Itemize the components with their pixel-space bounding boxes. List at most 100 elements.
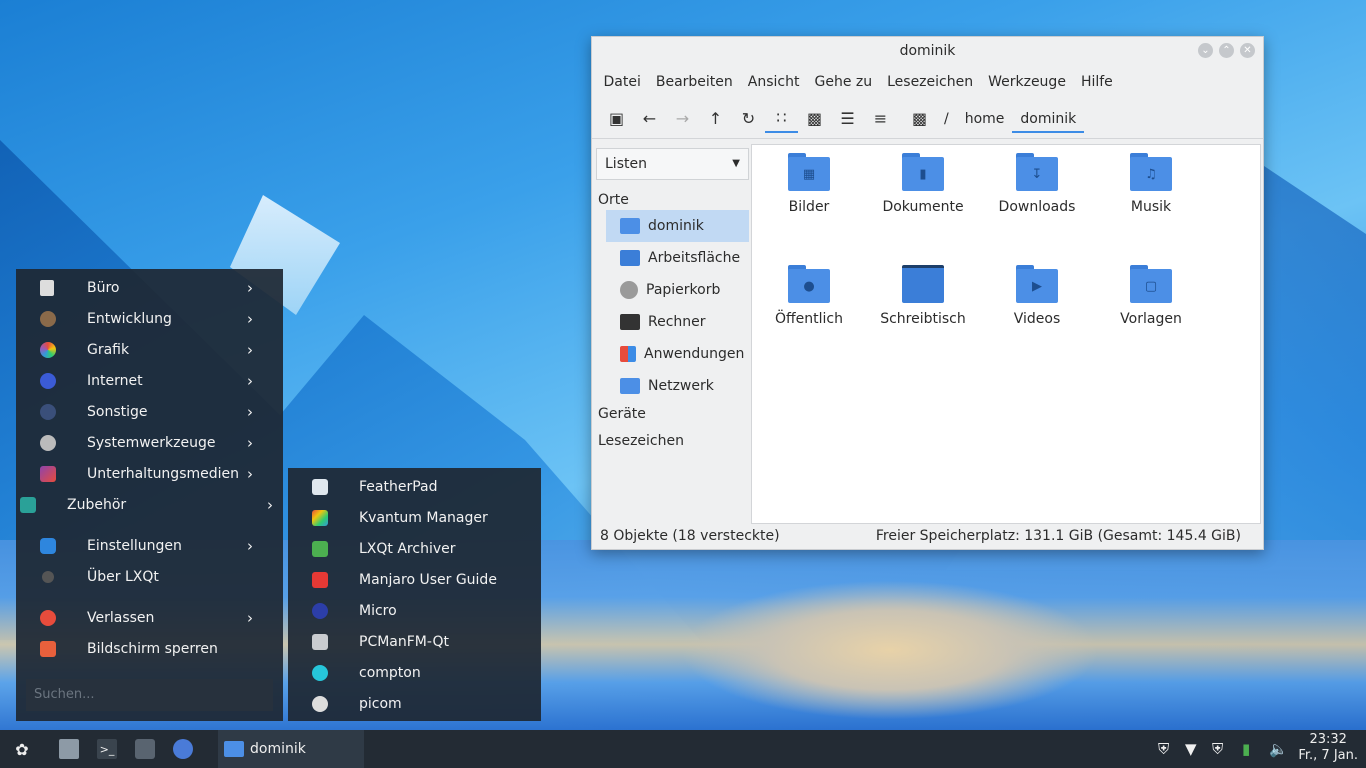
battery-icon[interactable]: ▮: [1242, 740, 1250, 758]
breadcrumb-root[interactable]: /: [936, 105, 957, 133]
folder-oeffentlich[interactable]: ● Öffentlich: [754, 265, 864, 327]
clock[interactable]: 23:32 Fr., 7 Jan.: [1298, 732, 1358, 764]
folder-icon: [224, 741, 244, 757]
file-label: Downloads: [998, 199, 1076, 215]
menu-hilfe[interactable]: Hilfe: [1073, 74, 1120, 90]
shield-icon[interactable]: ⛨: [1158, 740, 1169, 758]
forward-icon[interactable]: →: [666, 105, 699, 133]
menu-item-systemwerkzeuge[interactable]: Systemwerkzeuge ›: [16, 427, 283, 458]
menu-bearbeiten[interactable]: Bearbeiten: [648, 74, 740, 90]
path-toggle-icon[interactable]: ▩: [903, 105, 936, 133]
menu-item-internet[interactable]: Internet ›: [16, 365, 283, 396]
submenu-item-picom[interactable]: picom: [288, 688, 541, 719]
menu-item-ueber-lxqt[interactable]: Über LXQt: [16, 561, 283, 592]
menu-item-entwicklung[interactable]: Entwicklung ›: [16, 303, 283, 334]
place-anwendungen[interactable]: Anwendungen: [606, 338, 749, 370]
kvantum-icon: [312, 509, 328, 526]
new-tab-icon[interactable]: ▣: [600, 105, 633, 133]
file-manager-launcher-icon[interactable]: [59, 739, 79, 759]
place-label: Papierkorb: [646, 282, 721, 298]
submenu-item-compton[interactable]: compton: [288, 657, 541, 688]
minimize-icon[interactable]: ⌄: [1198, 43, 1213, 58]
submenu-item-micro[interactable]: Micro: [288, 595, 541, 626]
folder-bilder[interactable]: ▦ Bilder: [754, 153, 864, 215]
featherpad-icon: [312, 478, 328, 495]
screenshot-icon[interactable]: [135, 739, 155, 759]
menu-item-einstellungen[interactable]: Einstellungen ›: [16, 530, 283, 561]
submenu-item-archiver[interactable]: LXQt Archiver: [288, 533, 541, 564]
place-netzwerk[interactable]: Netzwerk: [606, 370, 749, 402]
up-icon[interactable]: ↑: [699, 105, 732, 133]
wallpaper-sand: [680, 580, 1100, 720]
folder-vorlagen[interactable]: ▢ Vorlagen: [1096, 265, 1206, 327]
settings-icon: [40, 537, 56, 554]
place-rechner[interactable]: Rechner: [606, 306, 749, 338]
menu-datei[interactable]: Datei: [596, 74, 648, 90]
submenu-item-kvantum[interactable]: Kvantum Manager: [288, 502, 541, 533]
section-places[interactable]: Orte: [596, 192, 749, 210]
menu-lesezeichen[interactable]: Lesezeichen: [880, 74, 981, 90]
other-icon: [40, 403, 56, 420]
folder-downloads[interactable]: ↧ Downloads: [982, 153, 1092, 215]
menu-item-grafik[interactable]: Grafik ›: [16, 334, 283, 365]
menu-werkzeuge[interactable]: Werkzeuge: [981, 74, 1074, 90]
breadcrumb-dominik[interactable]: dominik: [1012, 105, 1085, 133]
place-papierkorb[interactable]: Papierkorb: [606, 274, 749, 306]
place-dominik[interactable]: dominik: [606, 210, 749, 242]
menu-gehe-zu[interactable]: Gehe zu: [807, 74, 880, 90]
window-title: dominik: [899, 43, 956, 59]
folder-download-icon: ↧: [1016, 153, 1058, 191]
menu-item-sonstige[interactable]: Sonstige ›: [16, 396, 283, 427]
menu-item-unterhaltungsmedien[interactable]: Unterhaltungsmedien ›: [16, 458, 283, 489]
menu-item-verlassen[interactable]: Verlassen ›: [16, 602, 283, 633]
graphics-icon: [40, 341, 56, 358]
search-input[interactable]: Suchen...: [26, 679, 273, 711]
chevron-right-icon: ›: [247, 464, 253, 483]
icon-view-icon[interactable]: ∷: [765, 105, 798, 133]
submenu-item-pcmanfm[interactable]: PCManFM-Qt: [288, 626, 541, 657]
section-bookmarks[interactable]: Lesezeichen: [596, 433, 749, 451]
wifi-icon[interactable]: ▼: [1185, 740, 1197, 758]
app-menu-icon[interactable]: ✿: [12, 739, 32, 759]
file-label: Öffentlich: [775, 311, 843, 327]
terminal-icon[interactable]: >_: [97, 739, 117, 759]
section-devices[interactable]: Geräte: [596, 406, 749, 424]
submenu-item-featherpad[interactable]: FeatherPad: [288, 471, 541, 502]
menu-ansicht[interactable]: Ansicht: [740, 74, 807, 90]
menu-item-buero[interactable]: Büro ›: [16, 272, 283, 303]
place-arbeitsflaeche[interactable]: Arbeitsfläche: [606, 242, 749, 274]
menu-item-bildschirm-sperren[interactable]: Bildschirm sperren: [16, 633, 283, 664]
file-view[interactable]: ▦ Bilder ▮ Dokumente ↧ Downloads ♫ Musik…: [751, 144, 1261, 524]
close-icon[interactable]: ✕: [1240, 43, 1255, 58]
accessories-icon: [20, 496, 36, 513]
chevron-down-icon: ▼: [732, 158, 740, 169]
chevron-right-icon: ›: [247, 371, 253, 390]
folder-musik[interactable]: ♫ Musik: [1096, 153, 1206, 215]
submenu-zubehoer: FeatherPad Kvantum Manager LXQt Archiver…: [288, 468, 541, 721]
file-label: Dokumente: [882, 199, 964, 215]
thumbnail-view-icon[interactable]: ▩: [798, 105, 831, 133]
chevron-right-icon: ›: [247, 278, 253, 297]
menu-item-zubehoer[interactable]: Zubehör ›: [16, 489, 283, 520]
folder-videos[interactable]: ▶ Videos: [982, 265, 1092, 327]
folder-videos-icon: ▶: [1016, 265, 1058, 303]
window-titlebar[interactable]: dominik ⌄ ⌃ ✕: [592, 37, 1263, 65]
statusbar: 8 Objekte (18 versteckte) Freier Speiche…: [592, 523, 1263, 549]
task-dominik[interactable]: dominik: [218, 730, 364, 768]
side-pane-mode-select[interactable]: Listen ▼: [596, 148, 749, 180]
maximize-icon[interactable]: ⌃: [1219, 43, 1234, 58]
submenu-item-manjaro-guide[interactable]: Manjaro User Guide: [288, 564, 541, 595]
place-label: Anwendungen: [644, 346, 745, 362]
volume-icon[interactable]: 🔈: [1269, 740, 1288, 758]
browser-icon[interactable]: [173, 739, 193, 759]
breadcrumb-home[interactable]: home: [957, 105, 1013, 133]
clock-time: 23:32: [1309, 732, 1347, 747]
back-icon[interactable]: ←: [633, 105, 666, 133]
compact-view-icon[interactable]: ☰: [831, 105, 864, 133]
reload-icon[interactable]: ↻: [732, 105, 765, 133]
security-icon[interactable]: ⛨: [1212, 740, 1223, 758]
detail-view-icon[interactable]: ≡: [864, 105, 897, 133]
folder-dokumente[interactable]: ▮ Dokumente: [868, 153, 978, 215]
status-item-count: 8 Objekte (18 versteckte): [600, 528, 780, 544]
folder-schreibtisch[interactable]: Schreibtisch: [868, 265, 978, 327]
